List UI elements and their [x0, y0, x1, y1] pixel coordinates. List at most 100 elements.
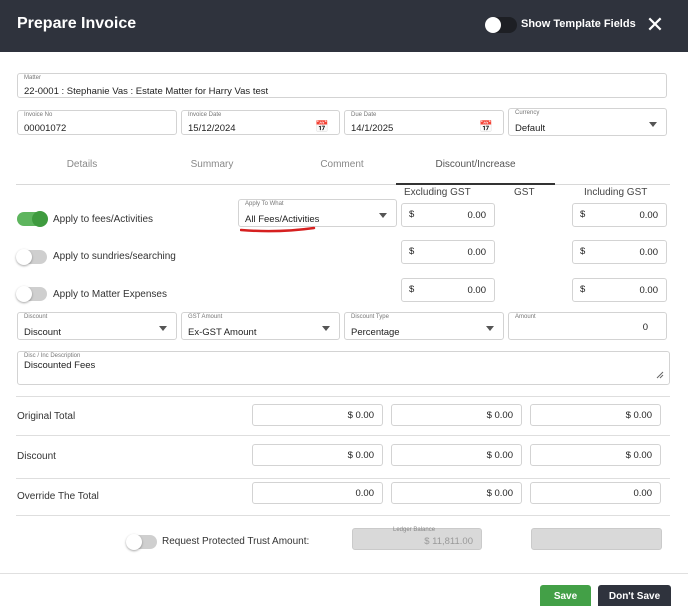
currency-symbol: $ — [580, 209, 586, 220]
divider — [16, 435, 670, 436]
amount-value: $ 0.00 — [486, 450, 513, 461]
amount-value: 0.00 — [467, 247, 487, 258]
ledger-balance-value: $ 11,811.00 — [424, 536, 473, 547]
due-date-field[interactable]: Due Date 14/1/2025 📅 — [344, 110, 504, 135]
due-date-value: 14/1/2025 — [351, 123, 394, 134]
show-template-fields-toggle[interactable] — [485, 17, 517, 33]
currency-symbol: $ — [409, 246, 415, 257]
footer-divider — [0, 573, 688, 574]
matter-field[interactable]: Matter 22-0001 : Stephanie Vas : Estate … — [17, 73, 667, 98]
currency-symbol: $ — [409, 209, 415, 220]
apply-sundries-label: Apply to sundries/searching — [53, 251, 176, 262]
toggle-knob — [32, 211, 48, 227]
currency-label: Currency — [515, 110, 540, 116]
resize-handle-icon[interactable] — [656, 371, 664, 379]
invoice-date-label: Invoice Date — [188, 112, 222, 118]
gst-amount-label: GST Amount — [188, 314, 223, 320]
dialog-title: Prepare Invoice — [17, 15, 137, 32]
currency-symbol: $ — [580, 284, 586, 295]
invoice-date-field[interactable]: Invoice Date 15/12/2024 📅 — [181, 110, 340, 135]
amount-value: 0 — [642, 322, 648, 333]
apply-fees-incl-input[interactable]: $ 0.00 — [572, 203, 667, 227]
discount-total-excl-input[interactable]: $ 0.00 — [252, 444, 383, 466]
tab-summary[interactable]: Summary — [146, 159, 278, 170]
invoice-no-value: 00001072 — [24, 123, 67, 134]
apply-sundries-excl-input[interactable]: $ 0.00 — [401, 240, 495, 264]
save-button[interactable]: Save — [540, 585, 591, 606]
invoice-no-field[interactable]: Invoice No 00001072 — [17, 110, 177, 135]
apply-matter-expenses-excl-input[interactable]: $ 0.00 — [401, 278, 495, 302]
amount-label: Amount — [515, 314, 536, 320]
original-total-incl-input[interactable]: $ 0.00 — [530, 404, 661, 426]
amount-value: 0.00 — [639, 247, 659, 258]
column-header-gst: GST — [514, 187, 535, 198]
invoice-no-label: Invoice No — [24, 112, 53, 118]
apply-fees-toggle[interactable] — [17, 211, 48, 227]
discount-type-value: Percentage — [351, 327, 400, 338]
discount-value: Discount — [24, 327, 61, 338]
apply-matter-expenses-incl-input[interactable]: $ 0.00 — [572, 278, 667, 302]
currency-symbol: $ — [409, 284, 415, 295]
currency-select[interactable]: Currency Default — [508, 108, 667, 136]
apply-fees-excl-input[interactable]: $ 0.00 — [401, 203, 495, 227]
currency-value: Default — [515, 123, 546, 134]
discount-total-gst-input[interactable]: $ 0.00 — [391, 444, 522, 466]
amount-value: 0.00 — [355, 488, 375, 499]
apply-sundries-toggle[interactable] — [16, 249, 47, 265]
original-total-gst-input[interactable]: $ 0.00 — [391, 404, 522, 426]
amount-value: $ 0.00 — [625, 450, 652, 461]
apply-sundries-incl-input[interactable]: $ 0.00 — [572, 240, 667, 264]
due-date-label: Due Date — [351, 112, 377, 118]
tab-discount-increase[interactable]: Discount/Increase — [396, 159, 555, 170]
invoice-date-value: 15/12/2024 — [188, 123, 236, 134]
chevron-down-icon — [159, 326, 167, 331]
amount-value: 0.00 — [467, 210, 487, 221]
matter-value: 22-0001 : Stephanie Vas : Estate Matter … — [24, 86, 269, 97]
discount-type-select[interactable]: Discount Type Percentage — [344, 312, 504, 340]
ledger-balance-field: Ledger Balance $ 11,811.00 — [352, 527, 482, 550]
chevron-down-icon — [379, 213, 387, 218]
protected-trust-label: Request Protected Trust Amount: — [162, 536, 310, 547]
active-tab-indicator — [396, 183, 555, 185]
disabled-trust-amount-field — [531, 528, 662, 550]
close-icon[interactable]: ✕ — [643, 12, 667, 38]
dont-save-button[interactable]: Don't Save — [598, 585, 671, 606]
divider — [16, 478, 670, 479]
original-total-label: Original Total — [17, 411, 76, 422]
description-textarea[interactable]: Disc / Inc Description Discounted Fees — [17, 351, 670, 385]
override-total-excl-input[interactable]: 0.00 — [252, 482, 383, 504]
amount-value: $ 0.00 — [486, 410, 513, 421]
amount-value: 0.00 — [467, 285, 487, 296]
apply-to-what-label: Apply To What — [245, 201, 284, 207]
discount-select[interactable]: Discount Discount — [17, 312, 177, 340]
discount-type-label: Discount Type — [351, 314, 389, 320]
apply-matter-expenses-toggle[interactable] — [16, 286, 47, 302]
amount-value: $ 0.00 — [347, 410, 374, 421]
chevron-down-icon — [322, 326, 330, 331]
amount-value: 0.00 — [639, 285, 659, 296]
calendar-icon[interactable]: 📅 — [315, 120, 329, 133]
apply-to-what-select[interactable]: Apply To What All Fees/Activities — [238, 199, 397, 227]
calendar-icon[interactable]: 📅 — [479, 120, 493, 133]
discount-total-incl-input[interactable]: $ 0.00 — [530, 444, 661, 466]
currency-symbol: $ — [580, 246, 586, 257]
apply-matter-expenses-label: Apply to Matter Expenses — [53, 289, 167, 300]
tab-comment[interactable]: Comment — [276, 159, 408, 170]
override-total-incl-input[interactable]: 0.00 — [530, 482, 661, 504]
protected-trust-toggle[interactable] — [126, 534, 157, 550]
dialog-header: Prepare Invoice Show Template Fields ✕ — [0, 0, 688, 52]
amount-value: 0.00 — [639, 210, 659, 221]
apply-fees-label: Apply to fees/Activities — [53, 214, 154, 225]
amount-value: $ 0.00 — [625, 410, 652, 421]
matter-label: Matter — [24, 75, 42, 81]
original-total-excl-input[interactable]: $ 0.00 — [252, 404, 383, 426]
toggle-knob — [485, 17, 501, 33]
amount-field[interactable]: Amount 0 — [508, 312, 667, 340]
toggle-knob — [16, 286, 32, 302]
divider — [16, 396, 670, 397]
gst-amount-select[interactable]: GST Amount Ex-GST Amount — [181, 312, 340, 340]
column-header-incl-gst: Including GST — [584, 187, 648, 198]
override-total-gst-input[interactable]: $ 0.00 — [391, 482, 522, 504]
amount-value: 0.00 — [633, 488, 653, 499]
tab-details[interactable]: Details — [16, 159, 148, 170]
